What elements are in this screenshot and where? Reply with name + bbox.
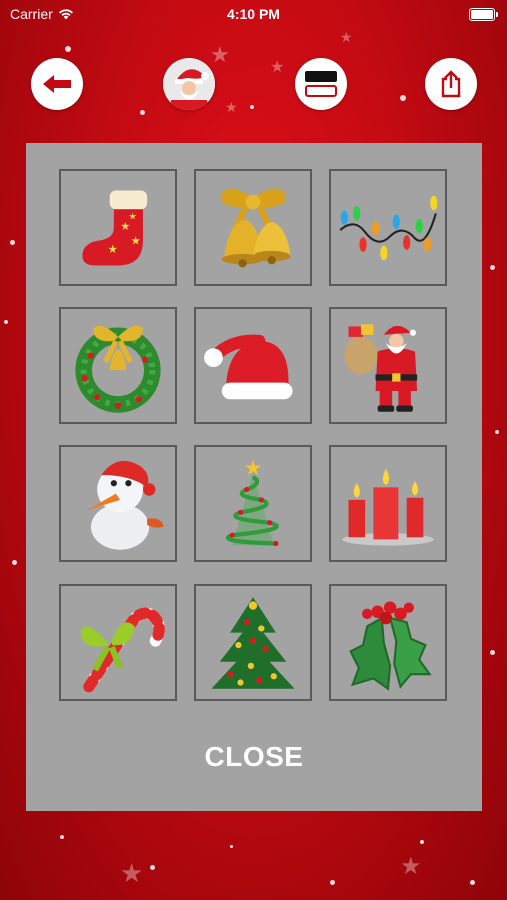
santa-avatar-icon [163, 58, 215, 110]
sticker-stocking[interactable]: ★ ★ ★ ★ [59, 169, 177, 286]
string-lights-icon [339, 195, 438, 260]
snowflake [12, 560, 17, 565]
candy-cane-icon [80, 607, 165, 692]
sticker-santa-claus[interactable] [329, 307, 447, 424]
star-decor: ★ [210, 42, 230, 67]
sticker-candles[interactable] [329, 445, 447, 562]
holly-icon [349, 600, 432, 691]
sticker-swirl-tree[interactable]: ★ [194, 445, 312, 562]
back-button[interactable] [31, 58, 83, 110]
snowflake [470, 880, 475, 885]
snowflake [420, 840, 424, 844]
arrow-left-icon [43, 75, 71, 93]
close-button[interactable]: CLOSE [26, 741, 482, 781]
snowflake [4, 320, 8, 324]
star-decor: ★ [120, 858, 144, 888]
frame-toggle-button[interactable] [295, 58, 347, 110]
snowflake [230, 845, 233, 848]
battery-icon [469, 8, 498, 21]
santa-hat-icon [204, 334, 293, 399]
sticker-wreath[interactable] [59, 307, 177, 424]
stocking-icon: ★ ★ ★ ★ [82, 190, 148, 265]
svg-text:★: ★ [128, 211, 136, 221]
sticker-santa-hat[interactable] [194, 307, 312, 424]
snowflake [60, 835, 64, 839]
clock: 4:10 PM [227, 6, 280, 22]
snowflake [330, 880, 335, 885]
status-bar: Carrier 4:10 PM [0, 0, 507, 28]
sticker-holly[interactable] [329, 584, 447, 701]
sticker-snowman[interactable] [59, 445, 177, 562]
svg-text:★: ★ [120, 221, 130, 233]
sticker-candy-cane[interactable] [59, 584, 177, 701]
snowflake [10, 240, 15, 245]
frame-toggle-icon [305, 71, 337, 97]
snowflake [490, 650, 495, 655]
santa-claus-icon [344, 323, 418, 412]
share-icon [441, 70, 461, 98]
snowflake [490, 265, 495, 270]
star-decor: ★ [400, 853, 422, 880]
snowflake [65, 46, 71, 52]
snowflake [495, 430, 499, 434]
snowflake [400, 95, 406, 101]
star-decor: ★ [340, 29, 353, 45]
share-button[interactable] [425, 58, 477, 110]
sticker-string-lights[interactable] [329, 169, 447, 286]
candles-icon [342, 468, 434, 546]
snowman-icon [86, 460, 164, 550]
svg-text:★: ★ [108, 243, 118, 255]
snowflake [140, 110, 145, 115]
bells-icon [220, 188, 291, 268]
swirl-tree-icon: ★ [225, 456, 279, 546]
star-decor: ★ [270, 59, 285, 76]
snowflake [250, 105, 254, 109]
svg-text:★: ★ [130, 235, 140, 247]
snowflake [150, 865, 155, 870]
christmas-tree-icon [211, 596, 295, 689]
sticker-panel: ★ ★ ★ ★ ★ CLOSE [26, 143, 482, 811]
sticker-bells[interactable] [194, 169, 312, 286]
star-decor: ★ [225, 99, 238, 115]
sticker-christmas-tree[interactable] [194, 584, 312, 701]
santa-frames-button[interactable] [163, 58, 215, 110]
wreath-icon [75, 325, 161, 413]
